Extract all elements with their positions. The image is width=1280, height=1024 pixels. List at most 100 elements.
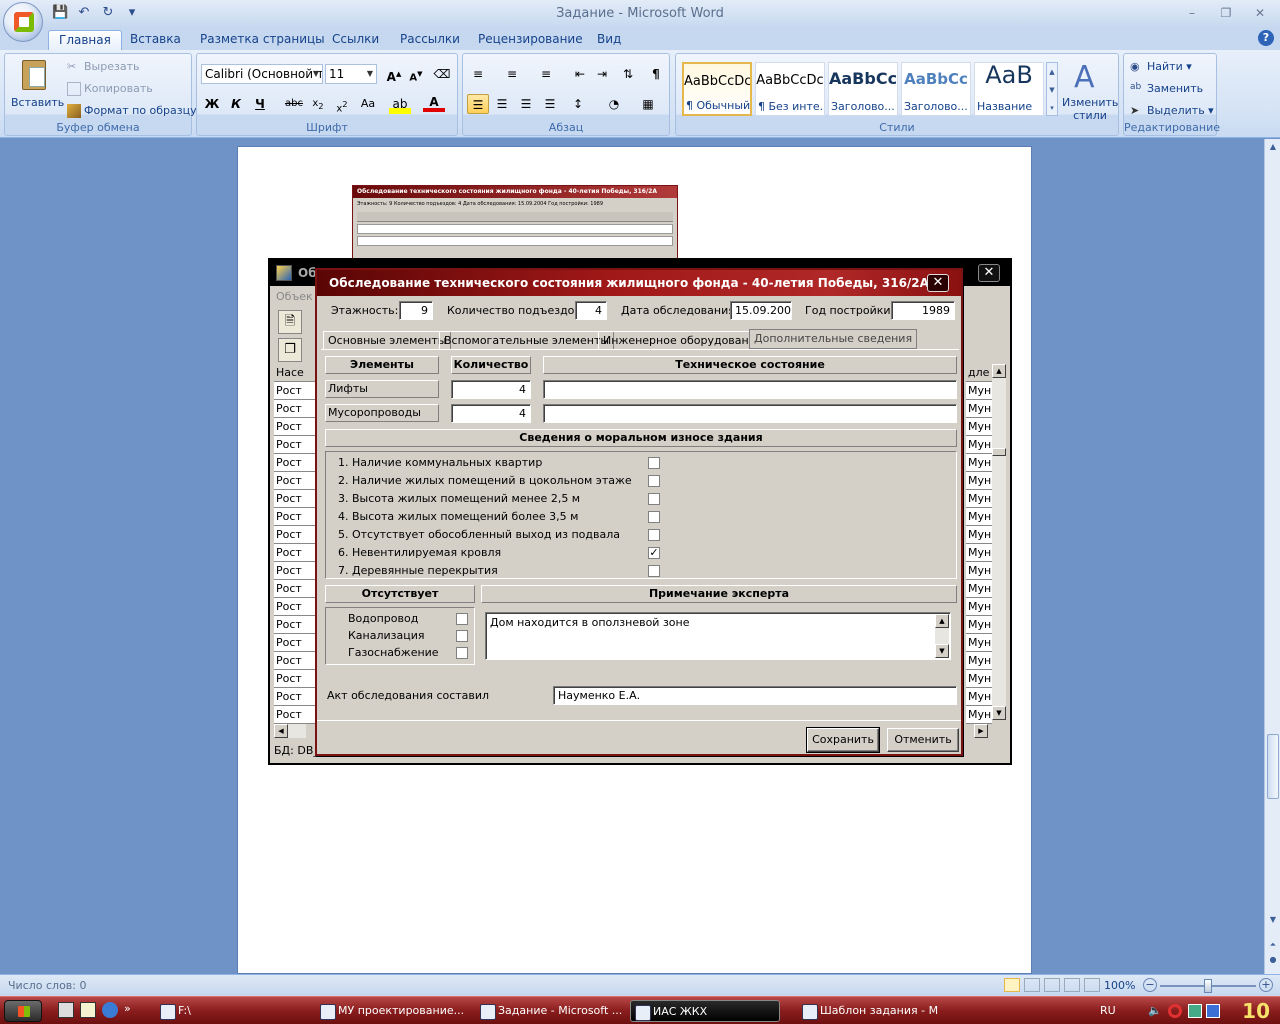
dialog-close-button[interactable]: ✕: [927, 274, 949, 292]
absent-item-checkbox[interactable]: [456, 613, 468, 625]
date-field[interactable]: 15.09.2004: [730, 301, 792, 320]
style-heading-1[interactable]: AaBbCc Заголово...: [828, 62, 898, 116]
table-row[interactable]: Рост: [274, 544, 318, 562]
table-row[interactable]: Муні: [966, 544, 992, 562]
table-row[interactable]: Муні: [966, 436, 992, 454]
highlight-icon[interactable]: ab: [389, 94, 411, 114]
moral-item-checkbox[interactable]: ✓: [648, 547, 660, 559]
select-button[interactable]: ➤ Выделить ▾: [1130, 104, 1214, 118]
start-button[interactable]: [4, 1000, 42, 1022]
vertical-scrollbar[interactable]: ▲ ▼ ⏶ ●: [1264, 139, 1280, 974]
bullets-icon[interactable]: ≡: [467, 64, 489, 84]
show-desktop-icon[interactable]: [58, 1002, 74, 1018]
moral-item-checkbox[interactable]: [648, 511, 660, 523]
line-spacing-icon[interactable]: ↕: [567, 94, 589, 114]
decrease-indent-icon[interactable]: ⇤: [569, 64, 591, 84]
table-row[interactable]: Рост: [274, 670, 318, 688]
table-row[interactable]: Муні: [966, 490, 992, 508]
print-layout-icon[interactable]: [1004, 978, 1020, 992]
strikethrough-icon[interactable]: abc: [283, 94, 305, 114]
ias-hscroll-right[interactable]: ▶: [974, 724, 988, 738]
style-no-spacing[interactable]: AaBbCcDc ¶ Без инте...: [755, 62, 825, 116]
table-row[interactable]: Рост: [274, 706, 318, 724]
ias-grid-scrollbar[interactable]: ▲ ▼: [992, 364, 1006, 720]
ias-menu[interactable]: Объек: [276, 290, 313, 303]
maximize-button[interactable]: ❐: [1212, 4, 1240, 22]
table-row[interactable]: Муні: [966, 616, 992, 634]
copy-button[interactable]: Копировать: [67, 82, 153, 96]
table-row[interactable]: Рост: [274, 454, 318, 472]
note-scrollbar[interactable]: ▲ ▼: [935, 614, 949, 658]
notepad-icon[interactable]: [80, 1002, 96, 1018]
moral-item-checkbox[interactable]: [648, 529, 660, 541]
draft-icon[interactable]: [1084, 978, 1100, 992]
more-icon[interactable]: »: [124, 1002, 131, 1018]
table-row[interactable]: Рост: [274, 598, 318, 616]
table-row[interactable]: Рост: [274, 616, 318, 634]
style-title[interactable]: AaB Название: [974, 61, 1044, 116]
style-heading-2[interactable]: AaBbCc Заголово...: [901, 62, 971, 116]
tab-review[interactable]: Рецензирование: [468, 30, 593, 50]
tab-home[interactable]: Главная: [48, 30, 122, 50]
tab-additional-info[interactable]: Дополнительные сведения: [749, 329, 918, 349]
inspector-field[interactable]: Науменко Е.А.: [553, 686, 957, 705]
elevators-condition-field[interactable]: [543, 380, 957, 399]
scroll-down-icon[interactable]: ▼: [1267, 914, 1279, 926]
align-center-icon[interactable]: ☰: [491, 94, 513, 114]
chutes-quantity-field[interactable]: 4: [451, 404, 531, 423]
find-button[interactable]: ◉ Найти ▾: [1130, 60, 1192, 74]
table-row[interactable]: Муні: [966, 706, 992, 724]
absent-item-checkbox[interactable]: [456, 630, 468, 642]
paste-button[interactable]: Вставить: [9, 56, 64, 120]
scroll-left-icon[interactable]: ◀: [274, 724, 288, 738]
table-row[interactable]: Рост: [274, 418, 318, 436]
ias-close-button[interactable]: ✕: [978, 264, 1000, 282]
font-name-combo[interactable]: Calibri (Основной те ▼: [201, 64, 323, 84]
table-row[interactable]: Рост: [274, 688, 318, 706]
tab-insert[interactable]: Вставка: [120, 30, 191, 50]
floors-field[interactable]: 9: [399, 301, 433, 320]
opera-icon[interactable]: [1168, 1004, 1182, 1018]
undo-icon[interactable]: ↶: [76, 5, 92, 21]
styles-scroll[interactable]: ▲ ▼ ▾: [1046, 62, 1058, 116]
change-styles-button[interactable]: A Изменить стили: [1060, 58, 1118, 122]
table-row[interactable]: Рост: [274, 652, 318, 670]
pilcrow-icon[interactable]: ¶: [645, 64, 667, 84]
underline-icon[interactable]: Ч: [249, 94, 271, 114]
table-row[interactable]: Муні: [966, 634, 992, 652]
table-row[interactable]: Муні: [966, 472, 992, 490]
scroll-up-icon[interactable]: ▲: [935, 614, 949, 628]
new-icon[interactable]: 🗎: [278, 310, 302, 334]
superscript-icon[interactable]: x2: [331, 94, 353, 114]
table-row[interactable]: Муні: [966, 688, 992, 706]
grow-font-icon[interactable]: A▲: [383, 64, 405, 84]
moral-item-checkbox[interactable]: [648, 565, 660, 577]
table-row[interactable]: Рост: [274, 400, 318, 418]
network-icon[interactable]: [1188, 1004, 1202, 1018]
zoom-slider[interactable]: [1160, 979, 1256, 993]
multilevel-list-icon[interactable]: ≡: [535, 64, 557, 84]
chutes-condition-field[interactable]: [543, 404, 957, 423]
absent-item-checkbox[interactable]: [456, 647, 468, 659]
year-field[interactable]: 1989: [891, 301, 955, 320]
table-row[interactable]: Рост: [274, 634, 318, 652]
copy-icon[interactable]: ❐: [278, 338, 302, 362]
moral-item-checkbox[interactable]: [648, 457, 660, 469]
help-icon[interactable]: ?: [1258, 30, 1274, 46]
table-row[interactable]: Муні: [966, 526, 992, 544]
table-row[interactable]: Муні: [966, 580, 992, 598]
scroll-thumb[interactable]: [1267, 734, 1279, 799]
tab-view[interactable]: Вид: [587, 30, 631, 50]
change-case-icon[interactable]: Aa: [357, 94, 379, 114]
minimize-button[interactable]: –: [1178, 4, 1206, 22]
zoom-in-icon[interactable]: +: [1259, 978, 1273, 992]
font-color-icon[interactable]: A: [423, 94, 445, 112]
table-row[interactable]: Муні: [966, 598, 992, 616]
save-button[interactable]: Сохранить: [806, 727, 880, 753]
table-row[interactable]: Рост: [274, 472, 318, 490]
font-size-combo[interactable]: 11 ▼: [325, 64, 377, 84]
align-left-icon[interactable]: ☰: [467, 94, 489, 114]
shrink-font-icon[interactable]: A▼: [405, 64, 427, 84]
shading-icon[interactable]: ◔: [603, 94, 625, 114]
table-row[interactable]: Муні: [966, 652, 992, 670]
